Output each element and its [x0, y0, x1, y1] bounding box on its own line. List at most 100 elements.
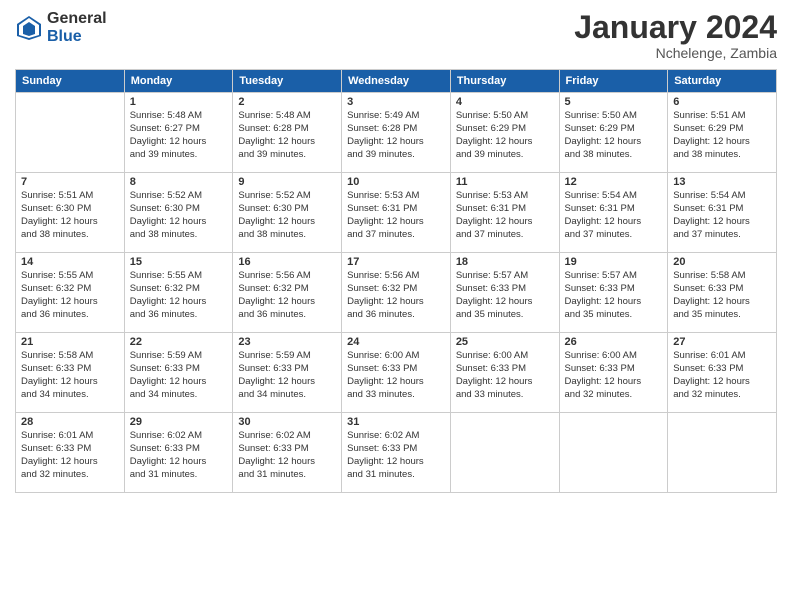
day-number-2-0: 14 — [21, 256, 119, 268]
day-number-1-1: 8 — [130, 176, 228, 188]
calendar-cell-1-1: 8 Sunrise: 5:52 AM Sunset: 6:30 PM Daylig… — [124, 173, 233, 253]
day-number-1-3: 10 — [347, 176, 445, 188]
day-number-3-0: 21 — [21, 336, 119, 348]
day-info-0-1: Sunrise: 5:48 AM Sunset: 6:27 PM Dayligh… — [130, 110, 228, 161]
day-number-0-6: 6 — [673, 96, 771, 108]
day-info-4-3: Sunrise: 6:02 AM Sunset: 6:33 PM Dayligh… — [347, 430, 445, 481]
day-info-0-3: Sunrise: 5:49 AM Sunset: 6:28 PM Dayligh… — [347, 110, 445, 161]
header-wednesday: Wednesday — [342, 70, 451, 93]
logo-icon — [15, 14, 43, 42]
day-number-1-5: 12 — [565, 176, 663, 188]
day-info-2-4: Sunrise: 5:57 AM Sunset: 6:33 PM Dayligh… — [456, 270, 554, 321]
day-number-3-4: 25 — [456, 336, 554, 348]
day-info-3-5: Sunrise: 6:00 AM Sunset: 6:33 PM Dayligh… — [565, 350, 663, 401]
day-info-1-4: Sunrise: 5:53 AM Sunset: 6:31 PM Dayligh… — [456, 190, 554, 241]
calendar-cell-1-3: 10Sunrise: 5:53 AM Sunset: 6:31 PM Dayli… — [342, 173, 451, 253]
day-number-1-4: 11 — [456, 176, 554, 188]
calendar-cell-3-0: 21Sunrise: 5:58 AM Sunset: 6:33 PM Dayli… — [16, 333, 125, 413]
day-number-3-5: 26 — [565, 336, 663, 348]
calendar-cell-3-2: 23Sunrise: 5:59 AM Sunset: 6:33 PM Dayli… — [233, 333, 342, 413]
day-info-2-2: Sunrise: 5:56 AM Sunset: 6:32 PM Dayligh… — [238, 270, 336, 321]
calendar-cell-3-5: 26 Sunrise: 6:00 AM Sunset: 6:33 PM Dayli… — [559, 333, 668, 413]
day-info-2-6: Sunrise: 5:58 AM Sunset: 6:33 PM Dayligh… — [673, 270, 771, 321]
calendar-cell-2-6: 20 Sunrise: 5:58 AM Sunset: 6:33 PM Dayli… — [668, 253, 777, 333]
calendar-cell-1-4: 11 Sunrise: 5:53 AM Sunset: 6:31 PM Dayli… — [450, 173, 559, 253]
logo-text: General Blue — [47, 10, 107, 45]
day-info-0-6: Sunrise: 5:51 AM Sunset: 6:29 PM Dayligh… — [673, 110, 771, 161]
calendar-cell-0-1: 1 Sunrise: 5:48 AM Sunset: 6:27 PM Daylig… — [124, 93, 233, 173]
day-number-2-5: 19 — [565, 256, 663, 268]
calendar-cell-0-6: 6 Sunrise: 5:51 AM Sunset: 6:29 PM Daylig… — [668, 93, 777, 173]
day-info-4-2: Sunrise: 6:02 AM Sunset: 6:33 PM Dayligh… — [238, 430, 336, 481]
day-number-0-5: 5 — [565, 96, 663, 108]
page: General Blue January 2024 Nchelenge, Zam… — [0, 0, 792, 612]
calendar-cell-4-6 — [668, 413, 777, 493]
week-row-4: 28Sunrise: 6:01 AM Sunset: 6:33 PM Dayli… — [16, 413, 777, 493]
day-info-1-0: Sunrise: 5:51 AM Sunset: 6:30 PM Dayligh… — [21, 190, 119, 241]
logo-general-text: General — [47, 10, 107, 28]
calendar-cell-1-0: 7 Sunrise: 5:51 AM Sunset: 6:30 PM Daylig… — [16, 173, 125, 253]
day-info-2-1: Sunrise: 5:55 AM Sunset: 6:32 PM Dayligh… — [130, 270, 228, 321]
day-info-0-4: Sunrise: 5:50 AM Sunset: 6:29 PM Dayligh… — [456, 110, 554, 161]
header: General Blue January 2024 Nchelenge, Zam… — [15, 10, 777, 61]
calendar-cell-3-3: 24 Sunrise: 6:00 AM Sunset: 6:33 PM Dayli… — [342, 333, 451, 413]
calendar-cell-3-4: 25 Sunrise: 6:00 AM Sunset: 6:33 PM Dayli… — [450, 333, 559, 413]
calendar-cell-2-4: 18 Sunrise: 5:57 AM Sunset: 6:33 PM Dayli… — [450, 253, 559, 333]
calendar-table: Sunday Monday Tuesday Wednesday Thursday… — [15, 69, 777, 493]
calendar-cell-1-5: 12 Sunrise: 5:54 AM Sunset: 6:31 PM Dayli… — [559, 173, 668, 253]
day-info-3-3: Sunrise: 6:00 AM Sunset: 6:33 PM Dayligh… — [347, 350, 445, 401]
calendar-cell-0-2: 2Sunrise: 5:48 AM Sunset: 6:28 PM Daylig… — [233, 93, 342, 173]
day-number-0-4: 4 — [456, 96, 554, 108]
day-number-2-3: 17 — [347, 256, 445, 268]
day-info-1-6: Sunrise: 5:54 AM Sunset: 6:31 PM Dayligh… — [673, 190, 771, 241]
day-number-2-4: 18 — [456, 256, 554, 268]
header-thursday: Thursday — [450, 70, 559, 93]
day-info-0-2: Sunrise: 5:48 AM Sunset: 6:28 PM Dayligh… — [238, 110, 336, 161]
day-number-2-6: 20 — [673, 256, 771, 268]
calendar-cell-0-0 — [16, 93, 125, 173]
calendar-cell-2-1: 15 Sunrise: 5:55 AM Sunset: 6:32 PM Dayli… — [124, 253, 233, 333]
calendar-cell-4-3: 31 Sunrise: 6:02 AM Sunset: 6:33 PM Dayli… — [342, 413, 451, 493]
calendar-cell-3-1: 22 Sunrise: 5:59 AM Sunset: 6:33 PM Dayli… — [124, 333, 233, 413]
day-info-4-1: Sunrise: 6:02 AM Sunset: 6:33 PM Dayligh… — [130, 430, 228, 481]
calendar-subtitle: Nchelenge, Zambia — [574, 45, 777, 61]
day-number-2-1: 15 — [130, 256, 228, 268]
day-number-4-2: 30 — [238, 416, 336, 428]
day-info-1-5: Sunrise: 5:54 AM Sunset: 6:31 PM Dayligh… — [565, 190, 663, 241]
calendar-title: January 2024 — [574, 10, 777, 45]
header-saturday: Saturday — [668, 70, 777, 93]
calendar-cell-4-2: 30 Sunrise: 6:02 AM Sunset: 6:33 PM Dayli… — [233, 413, 342, 493]
weekday-header-row: Sunday Monday Tuesday Wednesday Thursday… — [16, 70, 777, 93]
calendar-cell-1-2: 9 Sunrise: 5:52 AM Sunset: 6:30 PM Daylig… — [233, 173, 342, 253]
day-number-3-3: 24 — [347, 336, 445, 348]
day-number-1-2: 9 — [238, 176, 336, 188]
day-info-1-1: Sunrise: 5:52 AM Sunset: 6:30 PM Dayligh… — [130, 190, 228, 241]
calendar-cell-4-5 — [559, 413, 668, 493]
day-number-3-1: 22 — [130, 336, 228, 348]
header-monday: Monday — [124, 70, 233, 93]
day-info-3-2: Sunrise: 5:59 AM Sunset: 6:33 PM Dayligh… — [238, 350, 336, 401]
calendar-cell-0-3: 3Sunrise: 5:49 AM Sunset: 6:28 PM Daylig… — [342, 93, 451, 173]
day-number-1-0: 7 — [21, 176, 119, 188]
header-tuesday: Tuesday — [233, 70, 342, 93]
calendar-cell-0-4: 4 Sunrise: 5:50 AM Sunset: 6:29 PM Daylig… — [450, 93, 559, 173]
day-number-4-3: 31 — [347, 416, 445, 428]
day-info-3-4: Sunrise: 6:00 AM Sunset: 6:33 PM Dayligh… — [456, 350, 554, 401]
day-info-3-6: Sunrise: 6:01 AM Sunset: 6:33 PM Dayligh… — [673, 350, 771, 401]
day-info-3-1: Sunrise: 5:59 AM Sunset: 6:33 PM Dayligh… — [130, 350, 228, 401]
day-number-4-0: 28 — [21, 416, 119, 428]
day-number-4-1: 29 — [130, 416, 228, 428]
calendar-cell-4-1: 29 Sunrise: 6:02 AM Sunset: 6:33 PM Dayli… — [124, 413, 233, 493]
calendar-cell-0-5: 5 Sunrise: 5:50 AM Sunset: 6:29 PM Daylig… — [559, 93, 668, 173]
calendar-cell-4-0: 28Sunrise: 6:01 AM Sunset: 6:33 PM Dayli… — [16, 413, 125, 493]
day-number-0-1: 1 — [130, 96, 228, 108]
logo-blue-text: Blue — [47, 28, 107, 46]
day-info-2-5: Sunrise: 5:57 AM Sunset: 6:33 PM Dayligh… — [565, 270, 663, 321]
header-friday: Friday — [559, 70, 668, 93]
title-block: January 2024 Nchelenge, Zambia — [574, 10, 777, 61]
day-info-1-2: Sunrise: 5:52 AM Sunset: 6:30 PM Dayligh… — [238, 190, 336, 241]
day-number-3-6: 27 — [673, 336, 771, 348]
week-row-1: 7 Sunrise: 5:51 AM Sunset: 6:30 PM Daylig… — [16, 173, 777, 253]
calendar-cell-2-2: 16Sunrise: 5:56 AM Sunset: 6:32 PM Dayli… — [233, 253, 342, 333]
day-info-0-5: Sunrise: 5:50 AM Sunset: 6:29 PM Dayligh… — [565, 110, 663, 161]
